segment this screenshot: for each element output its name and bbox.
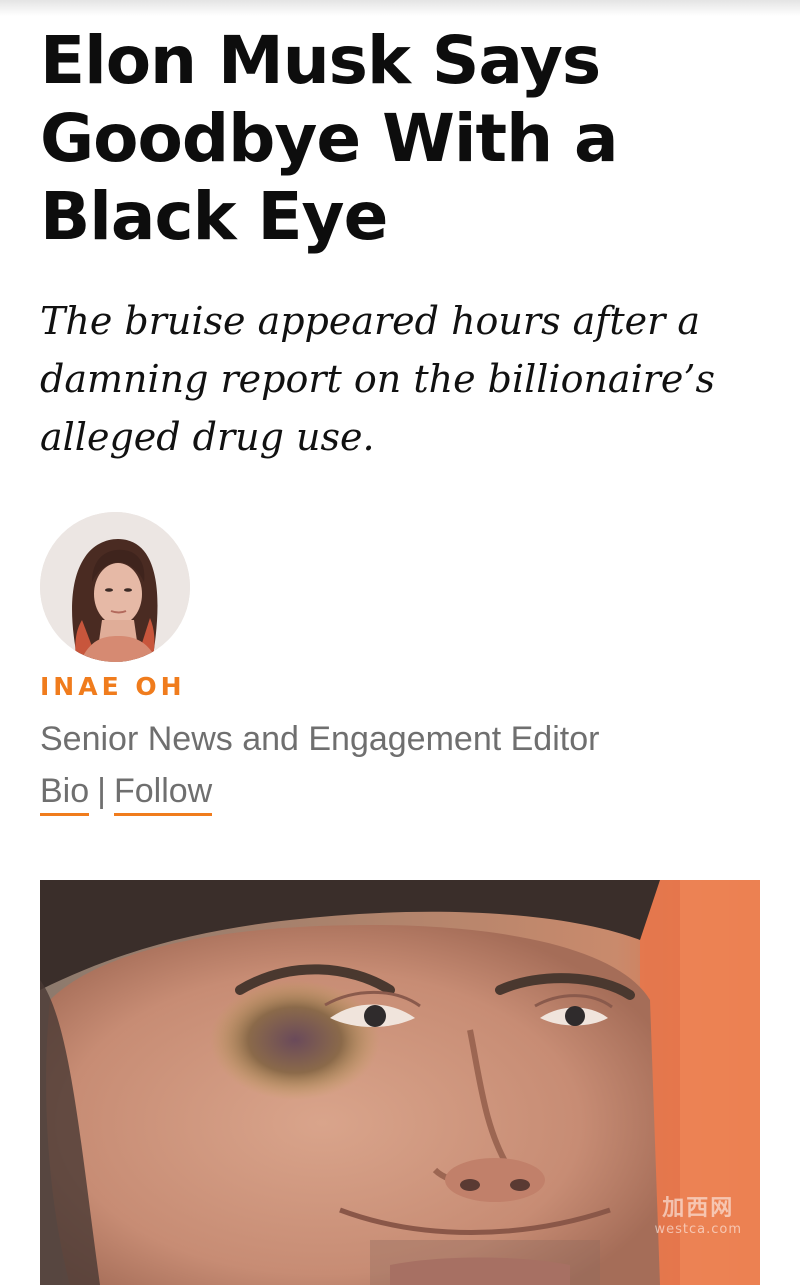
watermark-logo-text: 加西网 — [662, 1196, 735, 1221]
top-shadow — [0, 0, 800, 16]
article-dek: The bruise appeared hours after a damnin… — [40, 299, 715, 459]
bio-link[interactable]: Bio — [40, 772, 90, 816]
author-avatar[interactable] — [40, 512, 190, 662]
follow-link[interactable]: Follow — [113, 772, 213, 816]
hero-image[interactable]: 加西网 westca.com — [40, 880, 760, 1285]
watermark: 加西网 westca.com — [654, 1190, 742, 1237]
article-headline: Elon Musk Says Goodbye With a Black Eye — [40, 22, 619, 255]
link-separator: | — [97, 772, 106, 810]
watermark-domain: westca.com — [654, 1222, 742, 1237]
author-portrait-image — [40, 512, 190, 662]
hero-photo — [40, 880, 760, 1285]
author-title: Senior News and Engagement Editor — [40, 720, 600, 758]
author-links: Bio | Follow — [40, 772, 213, 816]
author-name[interactable]: INAE OH — [40, 672, 186, 701]
